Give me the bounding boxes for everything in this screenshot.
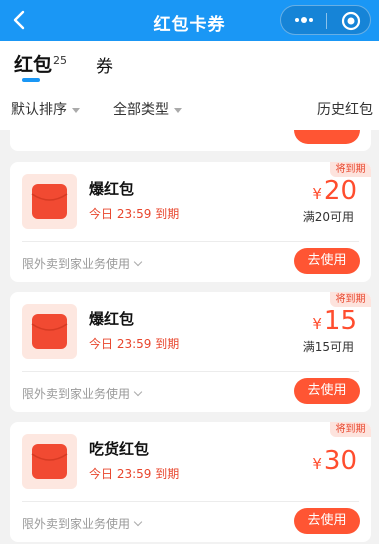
card-scope[interactable]: 限外卖到家业务使用: [22, 515, 143, 532]
tab-coupon[interactable]: 券: [96, 52, 113, 77]
sort-dropdown-label: 默认排序: [11, 102, 67, 118]
amount-value: 30: [323, 446, 357, 476]
caret-down-icon: [72, 107, 80, 113]
tab-red-packet-count: 25: [53, 54, 67, 67]
card-expiry: 今日 23:59 到期: [89, 207, 180, 221]
previous-card-partial: [10, 130, 371, 151]
use-button-partial[interactable]: [294, 130, 360, 144]
currency-symbol: ¥: [312, 185, 322, 203]
currency-symbol: ¥: [312, 455, 322, 473]
red-envelope-thumb: [22, 434, 77, 489]
card-scope-label: 限外卖到家业务使用: [22, 257, 131, 271]
card-title: 爆红包: [89, 180, 135, 198]
card-title: 爆红包: [89, 310, 135, 328]
card-amount: ¥20: [312, 176, 357, 206]
card-amount: ¥15: [312, 306, 357, 336]
card-scope-label: 限外卖到家业务使用: [22, 387, 131, 401]
history-link[interactable]: 历史红包: [317, 99, 373, 119]
expiring-badge: 将到期: [330, 422, 371, 437]
card-amount: ¥30: [312, 446, 357, 476]
chevron-down-icon: [133, 257, 143, 267]
expiring-badge: 将到期: [330, 162, 371, 177]
card-title: 吃货红包: [89, 440, 150, 458]
card-scope[interactable]: 限外卖到家业务使用: [22, 255, 143, 272]
use-button[interactable]: 去使用: [294, 378, 360, 404]
red-envelope-icon: [31, 184, 68, 219]
use-button[interactable]: 去使用: [294, 248, 360, 274]
filter-bar: 默认排序 全部类型 历史红包: [0, 88, 379, 130]
amount-value: 20: [323, 176, 357, 206]
red-packet-card: 将到期 吃货红包 今日 23:59 到期 ¥30 限外卖到家业务使用 去使用: [10, 422, 371, 542]
red-packet-card: 将到期 爆红包 今日 23:59 到期 ¥15 满15可用 限外卖到家业务使用 …: [10, 292, 371, 412]
capsule-divider: [326, 13, 327, 29]
card-divider: [22, 501, 359, 502]
miniapp-capsule: [280, 5, 371, 35]
card-scope[interactable]: 限外卖到家业务使用: [22, 385, 143, 402]
red-packet-card: 将到期 爆红包 今日 23:59 到期 ¥20 满20可用 限外卖到家业务使用 …: [10, 162, 371, 282]
red-envelope-icon: [31, 444, 68, 479]
red-packet-list: 将到期 爆红包 今日 23:59 到期 ¥20 满20可用 限外卖到家业务使用 …: [0, 130, 379, 544]
red-envelope-thumb: [22, 174, 77, 229]
close-target-icon[interactable]: [340, 10, 362, 32]
card-expiry: 今日 23:59 到期: [89, 467, 180, 481]
card-condition: 满15可用: [302, 340, 354, 354]
card-scope-label: 限外卖到家业务使用: [22, 517, 131, 531]
type-dropdown-label: 全部类型: [113, 102, 169, 118]
card-condition: 满20可用: [302, 210, 354, 224]
card-divider: [22, 371, 359, 372]
card-divider: [22, 241, 359, 242]
red-envelope-thumb: [22, 304, 77, 359]
red-envelope-icon: [31, 314, 68, 349]
type-dropdown[interactable]: 全部类型: [113, 99, 182, 119]
amount-value: 15: [323, 306, 357, 336]
nav-bar: 红包卡券: [0, 0, 379, 41]
use-button[interactable]: 去使用: [294, 508, 360, 534]
chevron-down-icon: [133, 387, 143, 397]
card-expiry: 今日 23:59 到期: [89, 337, 180, 351]
caret-down-icon: [174, 107, 182, 113]
currency-symbol: ¥: [312, 315, 322, 333]
expiring-badge: 将到期: [330, 292, 371, 307]
chevron-down-icon: [133, 517, 143, 527]
sort-dropdown[interactable]: 默认排序: [11, 99, 80, 119]
tab-active-indicator: [22, 78, 40, 82]
tab-bar: 红包 25 券: [0, 41, 379, 88]
more-dots-icon[interactable]: [289, 10, 319, 30]
tab-red-packet[interactable]: 红包: [14, 50, 52, 77]
